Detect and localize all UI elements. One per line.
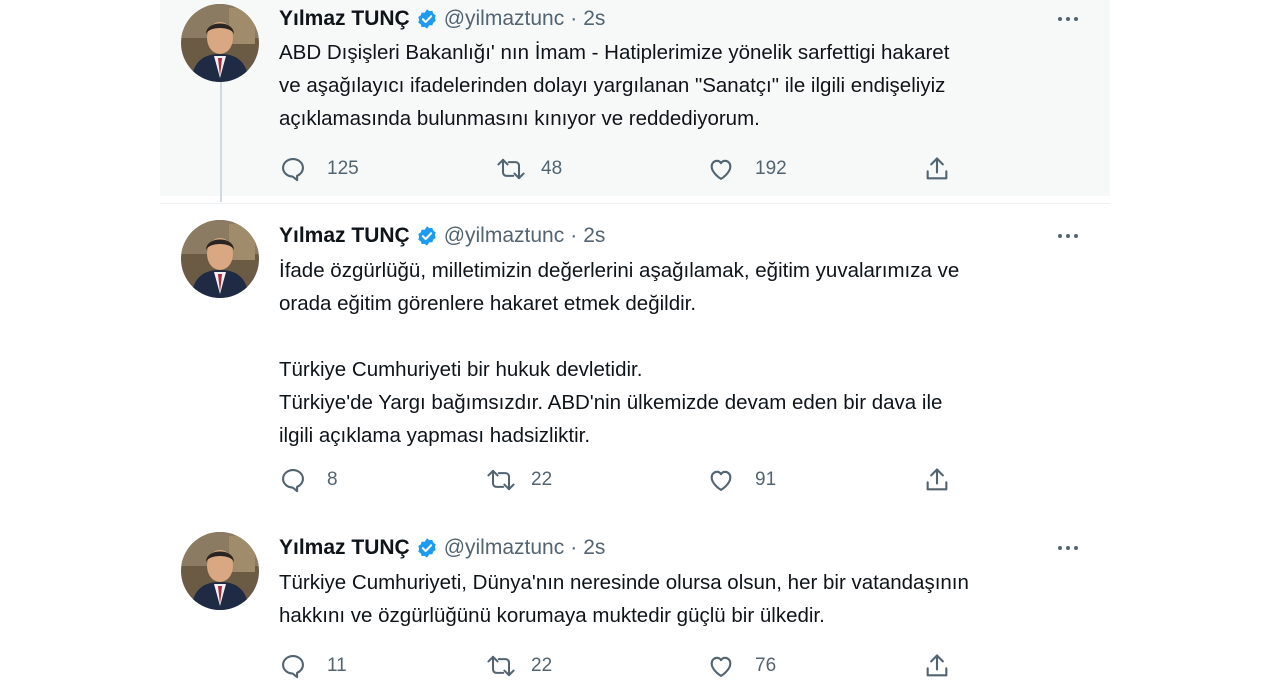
like-button[interactable]: 192 — [707, 154, 787, 184]
tweet-time[interactable]: 2s — [583, 536, 605, 560]
reply-button[interactable]: 11 — [279, 651, 347, 681]
thread-connector-line — [220, 82, 222, 202]
like-count: 192 — [755, 158, 787, 179]
reply-count: 11 — [327, 655, 347, 676]
more-icon[interactable] — [1052, 8, 1084, 30]
more-icon[interactable] — [1052, 225, 1084, 247]
author-handle[interactable]: @yilmaztunc — [444, 536, 565, 560]
share-icon — [923, 466, 951, 494]
tweet-time[interactable]: 2s — [583, 7, 605, 31]
more-icon[interactable] — [1052, 537, 1084, 559]
share-button[interactable] — [923, 154, 951, 184]
share-button[interactable] — [923, 651, 951, 681]
like-button[interactable]: 76 — [707, 651, 776, 681]
verified-badge-icon — [416, 225, 438, 247]
avatar[interactable] — [181, 532, 259, 610]
retweet-count: 22 — [531, 469, 553, 490]
separator-dot: · — [570, 224, 578, 247]
tweet-header: Yılmaz TUNÇ @yilmaztunc · 2s — [279, 4, 605, 34]
like-icon — [707, 652, 735, 680]
separator-dot: · — [570, 536, 578, 559]
author-name[interactable]: Yılmaz TUNÇ — [279, 536, 410, 560]
author-handle[interactable]: @yilmaztunc — [444, 224, 565, 248]
retweet-button[interactable]: 22 — [485, 651, 552, 681]
tweet-text: İfade özgürlüğü, milletimizin değerlerin… — [279, 259, 960, 447]
like-count: 76 — [755, 655, 777, 676]
like-icon — [707, 155, 735, 183]
reply-icon — [279, 155, 307, 183]
retweet-button[interactable]: 22 — [485, 465, 552, 495]
author-handle[interactable]: @yilmaztunc — [444, 7, 565, 31]
retweet-icon — [485, 652, 517, 680]
tweet-actions: 11 22 76 — [279, 651, 979, 681]
author-name[interactable]: Yılmaz TUNÇ — [279, 7, 410, 31]
retweet-count: 22 — [531, 655, 553, 676]
share-icon — [923, 652, 951, 680]
tweet-header: Yılmaz TUNÇ @yilmaztunc · 2s — [279, 533, 605, 563]
reply-count: 8 — [327, 469, 338, 490]
avatar[interactable] — [181, 4, 259, 82]
verified-badge-icon — [416, 537, 438, 559]
verified-badge-icon — [416, 8, 438, 30]
reply-button[interactable]: 125 — [279, 154, 359, 184]
like-count: 91 — [755, 469, 777, 490]
like-button[interactable]: 91 — [707, 465, 776, 495]
retweet-count: 48 — [541, 158, 563, 179]
share-icon — [923, 155, 951, 183]
retweet-button[interactable]: 48 — [495, 154, 562, 184]
author-name[interactable]: Yılmaz TUNÇ — [279, 224, 410, 248]
tweet-text: Türkiye Cumhuriyeti, Dünya'nın neresinde… — [279, 571, 969, 627]
tweet-actions: 125 48 192 — [279, 154, 979, 184]
reply-button[interactable]: 8 — [279, 465, 338, 495]
reply-icon — [279, 466, 307, 494]
retweet-icon — [495, 155, 527, 183]
avatar[interactable] — [181, 220, 259, 298]
reply-icon — [279, 652, 307, 680]
share-button[interactable] — [923, 465, 951, 495]
tweet-text: ABD Dışişleri Bakanlığı' nın İmam - Hati… — [279, 41, 950, 130]
tweet-time[interactable]: 2s — [583, 224, 605, 248]
retweet-icon — [485, 466, 517, 494]
separator-dot: · — [570, 7, 578, 30]
like-icon — [707, 466, 735, 494]
tweet-actions: 8 22 91 — [279, 465, 979, 495]
tweet-header: Yılmaz TUNÇ @yilmaztunc · 2s — [279, 221, 605, 251]
reply-count: 125 — [327, 158, 359, 179]
